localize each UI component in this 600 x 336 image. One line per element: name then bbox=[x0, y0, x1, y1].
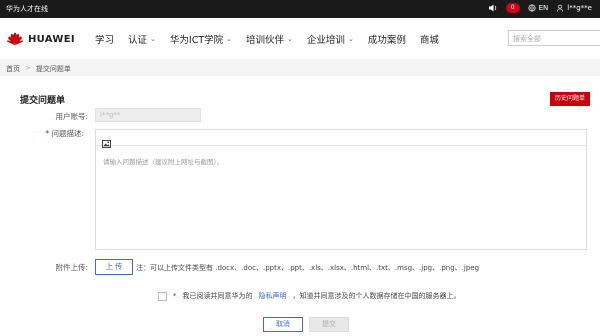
user-menu[interactable]: l**g**e bbox=[556, 4, 592, 12]
nav-item-mall[interactable]: 商城 bbox=[420, 32, 439, 46]
account-field: l**g** bbox=[95, 108, 201, 122]
upload-file-types-note: 注：可以上传文件类型有 .docx、.doc、.pptx、.ppt、.xls、.… bbox=[136, 264, 480, 272]
breadcrumb-current: 提交问题单 bbox=[35, 65, 71, 73]
breadcrumb: 首页 > 提交问题单 bbox=[0, 60, 600, 76]
nav-label: 学习 bbox=[95, 35, 115, 46]
editor-toolbar bbox=[96, 130, 586, 148]
page-title: 提交问题单 bbox=[20, 96, 66, 106]
main-nav: HUAWEI 学习 认证 ⌄ 华为ICT学院 ⌄ 培训伙伴 ⌄ 企业培训 ⌄ 成功案例 … bbox=[0, 18, 600, 60]
submit-button[interactable]: 提交 bbox=[309, 317, 349, 332]
site-name[interactable]: 华为人才在线 bbox=[6, 4, 48, 14]
agree-checkbox[interactable] bbox=[158, 291, 167, 301]
language-label: EN bbox=[538, 4, 549, 12]
nav-label: 华为ICT学院 bbox=[169, 35, 224, 46]
breadcrumb-separator: > bbox=[25, 64, 31, 72]
upload-button[interactable]: 上 传 bbox=[95, 259, 133, 275]
nav-item-success-stories[interactable]: 成功案例 bbox=[368, 32, 406, 46]
user-icon bbox=[557, 4, 564, 12]
breadcrumb-home[interactable]: 首页 bbox=[6, 64, 20, 73]
account-label: 用户账号: bbox=[55, 112, 88, 121]
chevron-down-icon: ⌄ bbox=[287, 35, 293, 43]
privacy-statement-link[interactable]: 隐私声明 bbox=[259, 291, 287, 301]
required-marker: * bbox=[173, 292, 177, 300]
nav-label: 成功案例 bbox=[367, 35, 406, 46]
nav-item-enterprise-training[interactable]: 企业培训 ⌄ bbox=[307, 32, 354, 46]
nav-item-training-partners[interactable]: 培训伙伴 ⌄ bbox=[246, 32, 293, 46]
huawei-flower-icon bbox=[7, 32, 23, 46]
nav-label: 企业培训 bbox=[306, 35, 345, 46]
nav-label: 商城 bbox=[419, 35, 439, 46]
agree-text-post: ，知道并同意涉及的个人数据存储在中国的服务器上。 bbox=[292, 292, 461, 300]
chevron-down-icon: ⌄ bbox=[347, 35, 354, 43]
top-bar: 华为人才在线 0 EN l**g**e bbox=[0, 0, 600, 18]
notification-badge[interactable]: 0 bbox=[505, 3, 520, 13]
huawei-logo[interactable]: HUAWEI bbox=[6, 32, 75, 46]
image-icon[interactable] bbox=[102, 140, 111, 148]
speaker-icon[interactable] bbox=[488, 3, 498, 13]
search-input[interactable]: 搜索全部 bbox=[508, 30, 600, 46]
history-tickets-button[interactable]: 历史问题单 bbox=[550, 92, 590, 106]
agree-text-pre: 我已阅读并同意华为的 bbox=[182, 292, 253, 300]
attachment-label: 附件上传: bbox=[55, 263, 88, 272]
required-marker: * bbox=[45, 129, 50, 138]
nav-item-learn[interactable]: 学习 bbox=[95, 32, 114, 46]
nav-menu: 学习 认证 ⌄ 华为ICT学院 ⌄ 培训伙伴 ⌄ 企业培训 ⌄ 成功案例 商城 bbox=[95, 32, 439, 46]
chevron-down-icon: ⌄ bbox=[150, 35, 156, 43]
language-switch[interactable]: EN bbox=[528, 4, 549, 12]
chevron-down-icon: ⌄ bbox=[226, 35, 233, 43]
description-label: * 问题描述: bbox=[18, 128, 84, 139]
logo-text: HUAWEI bbox=[28, 33, 75, 45]
nav-label: 培训伙伴 bbox=[246, 35, 285, 46]
nav-item-certification[interactable]: 认证 ⌄ bbox=[128, 32, 156, 46]
globe-icon bbox=[528, 4, 536, 12]
description-placeholder: 请输入问题描述（建议附上网址与截图）。 bbox=[103, 158, 224, 166]
nav-item-ict-academy[interactable]: 华为ICT学院 ⌄ bbox=[170, 32, 232, 46]
username: l**g**e bbox=[567, 4, 592, 12]
nav-label: 认证 bbox=[128, 35, 148, 46]
description-editor[interactable]: 请输入问题描述（建议附上网址与截图）。 bbox=[95, 129, 587, 250]
description-label-text: 问题描述: bbox=[51, 129, 84, 138]
cancel-button[interactable]: 取消 bbox=[263, 317, 303, 332]
privacy-agreement: * 我已阅读并同意华为的 隐私声明 ，知道并同意涉及的个人数据存储在中国的服务器… bbox=[158, 291, 461, 301]
top-bar-right: 0 EN l**g**e bbox=[488, 3, 592, 13]
